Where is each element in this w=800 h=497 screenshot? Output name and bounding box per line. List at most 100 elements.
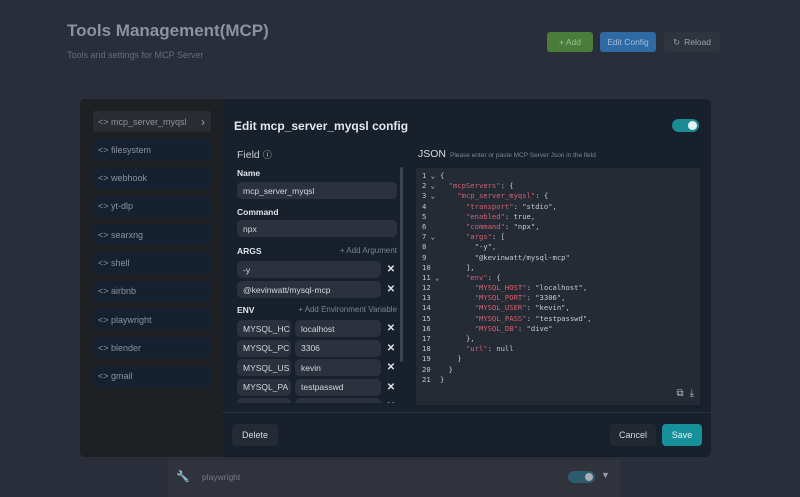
line-number: 10	[422, 262, 431, 272]
field-form: Name mcp_server_myqsl Command npx ARGS +…	[232, 165, 404, 403]
delete-button[interactable]: Delete	[232, 424, 278, 446]
line-number: 20	[422, 364, 431, 374]
code-icon: <>	[98, 286, 109, 297]
info-icon[interactable]: ⓘ	[263, 150, 272, 160]
field-scrollbar[interactable]	[400, 167, 403, 362]
json-code: "args": [	[465, 232, 505, 242]
line-number: 14	[422, 303, 431, 313]
json-hint: Please enter or paste MCP Server Json in…	[450, 152, 596, 159]
env-key-input[interactable]: MYSQL_US	[237, 359, 291, 376]
name-label: Name	[237, 168, 261, 178]
server-name: airbnb	[111, 286, 137, 297]
expand-icon[interactable]: ▼	[601, 470, 610, 480]
json-line: 11 ⌄ "env": {	[416, 273, 700, 283]
env-key-input[interactable]: MYSQL_PA	[237, 378, 291, 396]
json-line: 18 "url": null	[416, 344, 700, 354]
env-key-input[interactable]: MYSQL_PC	[237, 339, 291, 357]
json-code: "MYSQL_USER": "kevin",	[474, 303, 570, 313]
remove-env-icon[interactable]: ✕	[386, 343, 396, 354]
download-icon[interactable]: ⤓	[690, 388, 694, 399]
tool-row-playwright[interactable]: 🔧 playwright ▼	[168, 460, 620, 497]
json-code: "command": "npx",	[465, 221, 540, 231]
server-item[interactable]: <> searxng	[93, 224, 211, 246]
argument-input[interactable]: -y	[237, 261, 381, 278]
json-line: 5 "enabled": true,	[416, 212, 700, 222]
json-editor[interactable]: 1 ⌄{2 ⌄ "mcpServers": {3 ⌄ "mcp_server_m…	[416, 168, 700, 405]
remove-env-icon[interactable]: ✕	[386, 382, 396, 393]
json-line: 6 "command": "npx",	[416, 222, 700, 232]
remove-env-icon[interactable]: ✕	[386, 402, 396, 404]
json-line: 7 ⌄ "args": [	[416, 232, 700, 242]
line-number: 19	[422, 354, 431, 364]
code-icon: <>	[98, 173, 109, 184]
line-number: 9	[422, 252, 427, 262]
line-number: 8	[422, 242, 427, 252]
edit-config-button[interactable]: Edit Config	[600, 32, 656, 52]
code-icon: <>	[98, 144, 109, 155]
json-line: 19 }	[416, 354, 700, 364]
env-value-input[interactable]: 3306	[295, 339, 381, 357]
server-item[interactable]: <> blender	[93, 337, 211, 359]
remove-env-icon[interactable]: ✕	[386, 363, 396, 373]
server-item[interactable]: <> yt-dlp	[93, 195, 211, 217]
json-code: "transport": "stdio",	[465, 201, 557, 211]
code-icon: <>	[98, 314, 109, 325]
enabled-toggle[interactable]	[672, 119, 699, 132]
argument-input[interactable]: @kevinwatt/mysql-mcp	[237, 281, 381, 298]
tool-toggle[interactable]	[568, 471, 595, 483]
edit-config-modal: <> mcp_server_myqsl › <> filesystem <> webh…	[80, 99, 711, 457]
tool-name: playwright	[202, 472, 241, 482]
env-value-input[interactable]: dive	[295, 398, 381, 403]
json-code: {	[440, 171, 445, 180]
server-item[interactable]: <> gmail	[93, 365, 211, 387]
server-item[interactable]: <> webhook	[93, 167, 211, 189]
json-line: 14 "MYSQL_USER": "kevin",	[416, 303, 700, 313]
cancel-button[interactable]: Cancel	[610, 424, 656, 446]
env-key-input[interactable]: MYSQL_DB	[237, 398, 291, 403]
command-input[interactable]: npx	[237, 220, 397, 237]
json-code: }	[440, 354, 462, 364]
env-value-input[interactable]: kevin	[295, 359, 381, 376]
json-line: 4 "transport": "stdio",	[416, 202, 700, 212]
copy-icon[interactable]: ⧉	[676, 388, 683, 399]
json-line: 10 ],	[416, 263, 700, 273]
env-key-input[interactable]: MYSQL_HC	[237, 320, 291, 337]
line-number: 5	[422, 211, 427, 221]
remove-argument-icon[interactable]: ✕	[386, 285, 396, 295]
json-line: 17 },	[416, 334, 700, 344]
server-item[interactable]: <> filesystem	[93, 139, 211, 161]
code-icon: <>	[98, 201, 109, 212]
server-name: shell	[111, 258, 130, 268]
server-item[interactable]: <> airbnb	[93, 280, 211, 302]
code-icon: <>	[98, 229, 109, 240]
json-code: ],	[440, 262, 475, 272]
remove-env-icon[interactable]: ✕	[386, 324, 396, 334]
json-line: 9 "@kevinwatt/mysql-mcp"	[416, 253, 700, 263]
page-title: Tools Management(MCP)	[67, 21, 269, 40]
reload-button[interactable]: ↻ Reload	[664, 32, 720, 52]
server-item[interactable]: <> playwright	[93, 309, 211, 331]
server-item[interactable]: <> mcp_server_myqsl ›	[93, 111, 211, 132]
line-number: 17	[422, 334, 431, 343]
json-code: "@kevinwatt/mysql-mcp"	[440, 252, 570, 262]
line-number: 11 ⌄	[422, 272, 440, 282]
json-line: 1 ⌄ {	[416, 171, 700, 181]
save-button[interactable]: Save	[662, 424, 702, 446]
json-code: }	[440, 374, 445, 384]
add-env-link[interactable]: + Add Environment Variable	[298, 305, 397, 314]
remove-argument-icon[interactable]: ✕	[386, 265, 396, 275]
footer-divider	[222, 412, 711, 413]
add-argument-link[interactable]: + Add Argument	[340, 246, 397, 255]
add-button[interactable]: + Add	[547, 32, 593, 52]
server-name: webhook	[111, 173, 148, 184]
env-value-input[interactable]: localhost	[295, 320, 381, 337]
name-input[interactable]: mcp_server_myqsl	[237, 182, 397, 199]
line-number: 4	[422, 201, 427, 211]
json-code: }	[440, 364, 453, 374]
json-line: 21}	[416, 375, 700, 385]
server-item[interactable]: <> shell	[93, 252, 211, 274]
line-number: 7 ⌄	[422, 232, 435, 242]
server-name: gmail	[111, 371, 133, 382]
code-icon: <>	[98, 258, 109, 268]
env-value-input[interactable]: testpasswd	[295, 378, 381, 396]
